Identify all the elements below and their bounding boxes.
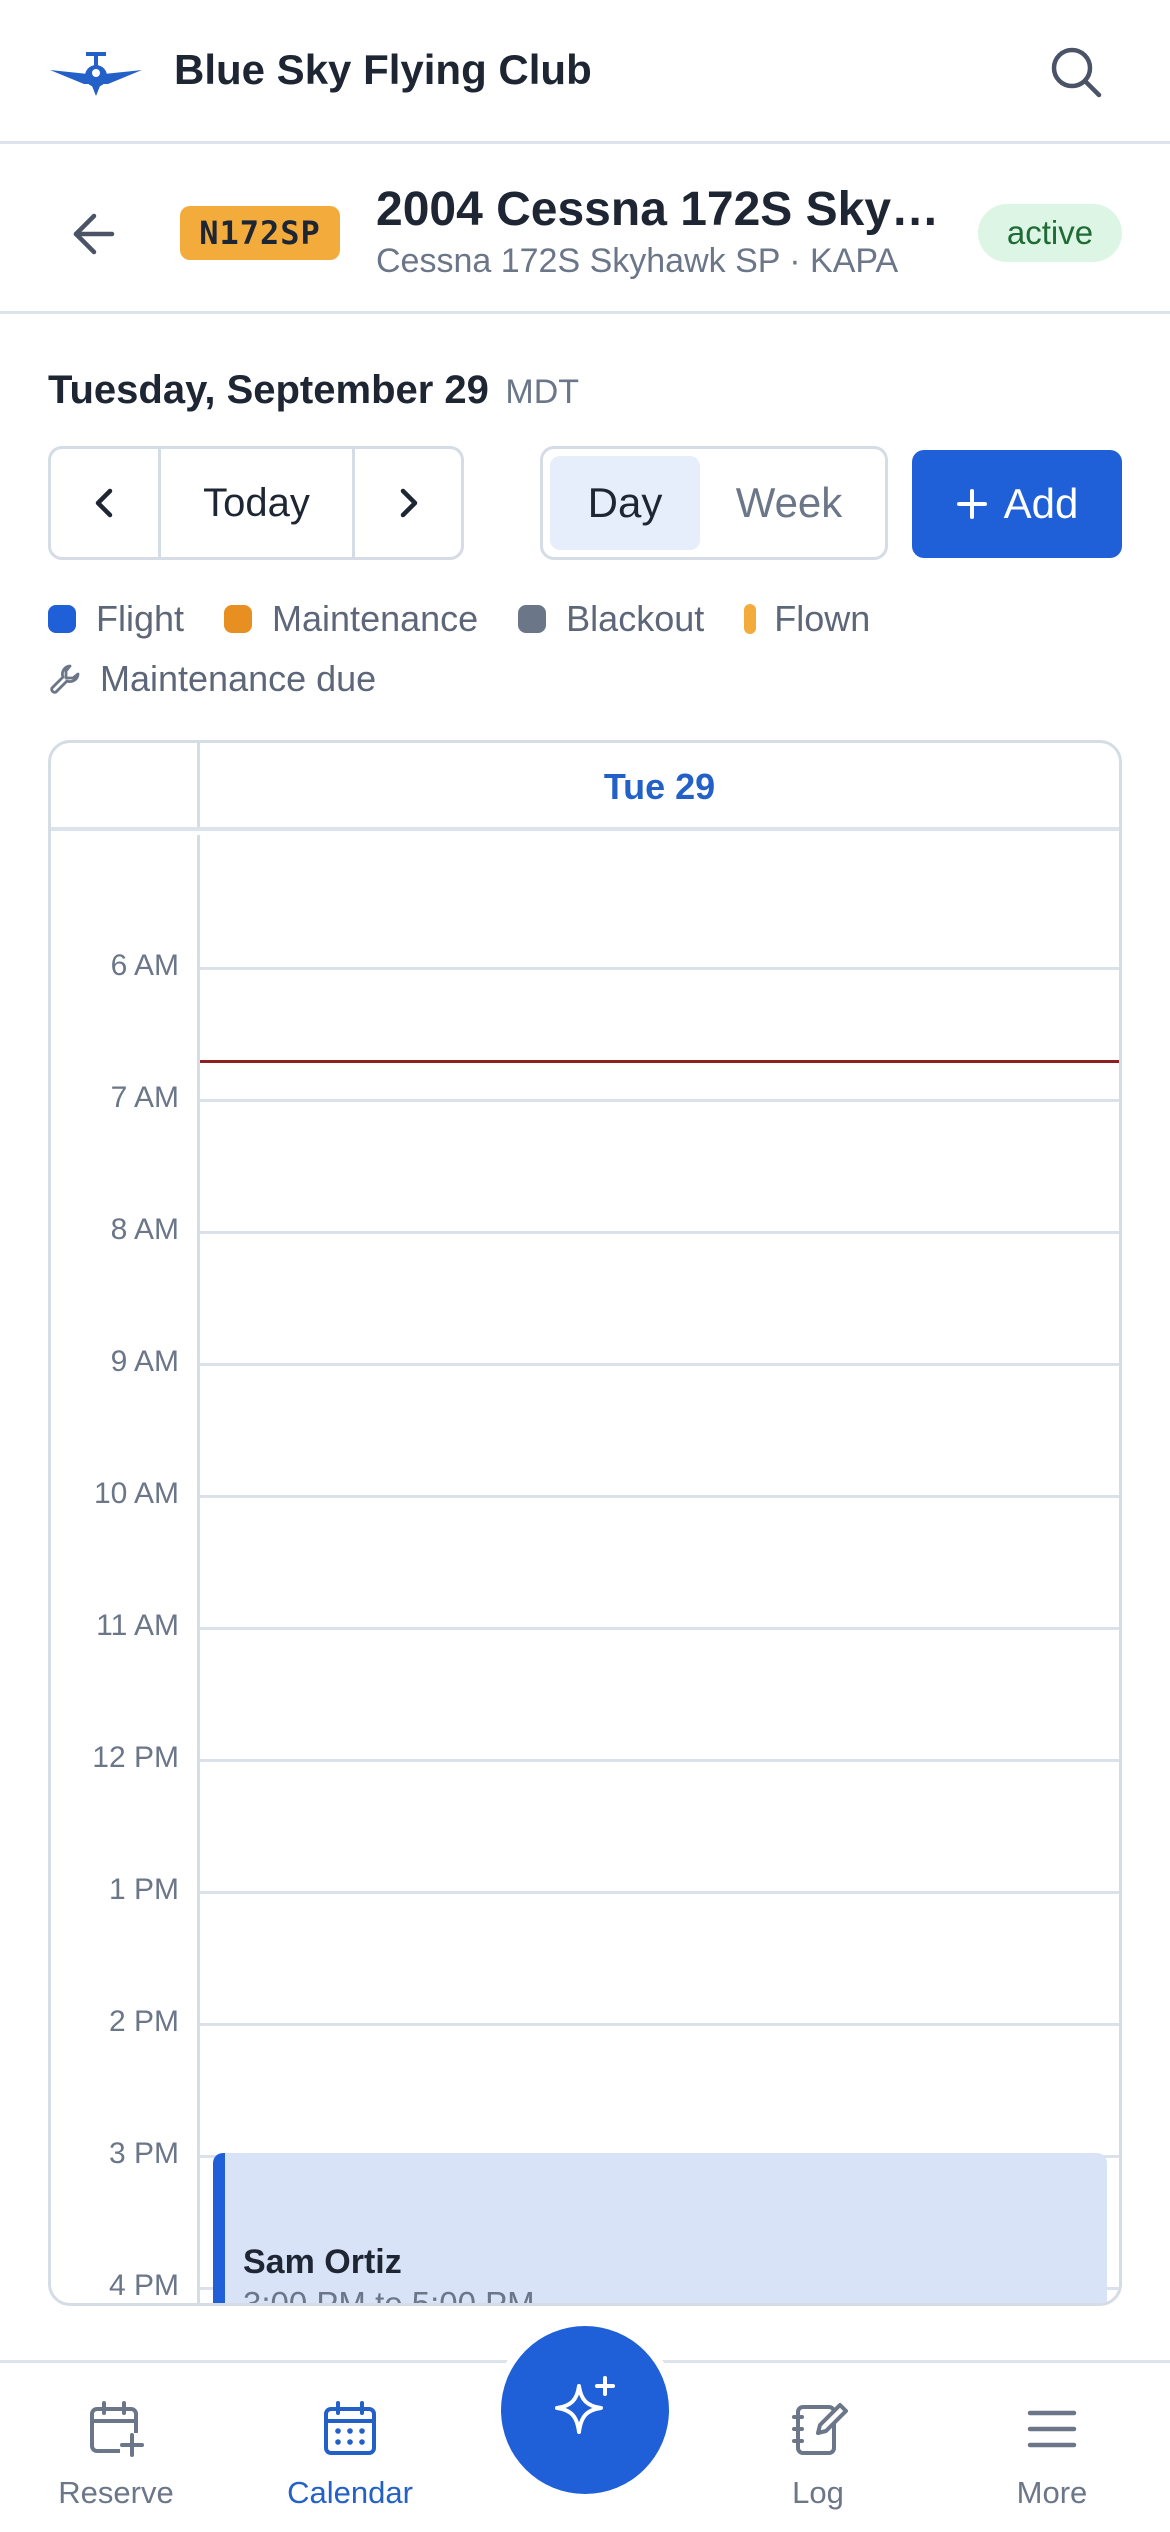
hour-gridline [200,1495,1119,1498]
hour-label: 8 AM [110,1213,179,1246]
hour-gridline [200,2023,1119,2026]
logbook-icon [792,2403,848,2455]
assistant-fab-button [501,2326,669,2494]
assistant-fab[interactable] [493,2318,677,2502]
calendar-plus-icon [90,2401,144,2457]
view-day-option[interactable]: Day [550,456,700,550]
legend-item-flown: Flown [744,598,870,640]
date-heading: Tuesday, September 29 [48,368,489,412]
calendar-body[interactable]: Sam Ortiz 3:00 PM to 5:00 PM 6 AM 7 AM 8 A… [51,835,1119,2306]
tail-number-badge: N172SP [180,206,340,260]
legend-swatch [744,604,757,634]
hour-label: 9 AM [110,1345,179,1378]
legend: Flight Maintenance Blackout Flown [48,598,910,640]
aircraft-title: 2004 Cessna 172S Skyhawk SP [376,183,956,236]
app-bar: Blue Sky Flying Club [0,0,1170,144]
search-icon[interactable] [1048,44,1104,100]
event-pilot-name: Sam Ortiz [243,2243,402,2281]
legend-item-blackout: Blackout [518,598,704,640]
add-button[interactable]: Add [912,450,1122,558]
legend-swatch [518,605,547,633]
plus-icon [956,489,987,519]
calendar-header: Tue 29 [51,743,1119,831]
hour-gridline [200,1363,1119,1366]
tab-calendar[interactable]: Calendar [250,2399,450,2511]
event-time: 3:00 PM to 5:00 PM [243,2285,535,2306]
chevron-right-icon [400,488,418,518]
hour-label: 6 AM [110,949,179,982]
current-time-indicator [200,1060,1119,1063]
date-navigation: Today [48,446,464,560]
club-name: Blue Sky Flying Club [174,46,592,93]
legend-label: Maintenance [272,598,479,639]
hour-gridline [200,1099,1119,1102]
hour-label: 2 PM [108,2005,179,2038]
legend-label: Flight [96,598,185,639]
hour-label: 10 AM [93,1477,179,1510]
legend-label: Blackout [566,598,705,639]
hour-gridline [200,1231,1119,1234]
hour-gridline [200,1759,1119,1762]
timezone-label: MDT [505,373,580,411]
menu-icon [1027,2410,1077,2448]
tab-reserve[interactable]: Reserve [16,2399,216,2511]
hour-gridline [200,1891,1119,1894]
next-day-button[interactable] [355,449,461,557]
back-arrow-icon[interactable] [66,208,126,260]
tab-log[interactable]: Log [718,2399,918,2511]
hour-label: 3 PM [108,2137,179,2170]
sparkle-icon [555,2376,615,2434]
add-button-label: Add [1003,480,1079,527]
hour-label: 7 AM [110,1081,179,1114]
hour-label: 4 PM [108,2269,179,2302]
legend-item-maintenance: Maintenance [224,598,478,640]
tab-label: Calendar [287,2475,413,2510]
legend-swatch [48,605,76,633]
day-column-header[interactable]: Tue 29 [200,743,1119,831]
legend-item-flight: Flight [48,598,184,640]
airplane-logo-icon [50,52,142,96]
status-badge: active [978,204,1122,262]
view-week-option[interactable]: Week [700,456,878,550]
chevron-left-icon [95,488,112,518]
gutter-divider [197,835,200,2303]
today-button[interactable]: Today [161,449,355,557]
aircraft-header: N172SP 2004 Cessna 172S Skyhawk SP Cessn… [0,144,1170,314]
legend-item-maintenance-due: Maintenance due [48,658,376,700]
hour-gridline [200,1627,1119,1630]
tab-label: Reserve [58,2475,174,2510]
legend-swatch [224,605,253,633]
wrench-icon [50,664,80,694]
tab-label: Log [792,2475,844,2510]
calendar-grid: Tue 29 Sam Ortiz 3:00 PM to 5:00 PM 6 AM… [48,740,1122,2306]
hour-label: 1 PM [108,1873,179,1906]
previous-day-button[interactable] [51,449,161,557]
aircraft-subtitle: Cessna 172S Skyhawk SP · KAPA [376,242,899,280]
tab-more[interactable]: More [952,2399,1152,2511]
legend-label: Flown [774,598,871,639]
hour-label: 11 AM [96,1609,179,1642]
legend-label: Maintenance due [100,658,377,699]
tab-label: More [1016,2475,1088,2510]
hour-gridline [200,967,1119,970]
view-toggle: Day Week [540,446,888,560]
calendar-icon [324,2401,376,2455]
flight-event[interactable]: Sam Ortiz 3:00 PM to 5:00 PM [213,2153,1107,2306]
page: Blue Sky Flying Club N172SP 2004 Cessna … [0,0,1170,2532]
date-row: Tuesday, September 29 MDT [48,368,579,413]
hour-label: 12 PM [92,1741,179,1774]
